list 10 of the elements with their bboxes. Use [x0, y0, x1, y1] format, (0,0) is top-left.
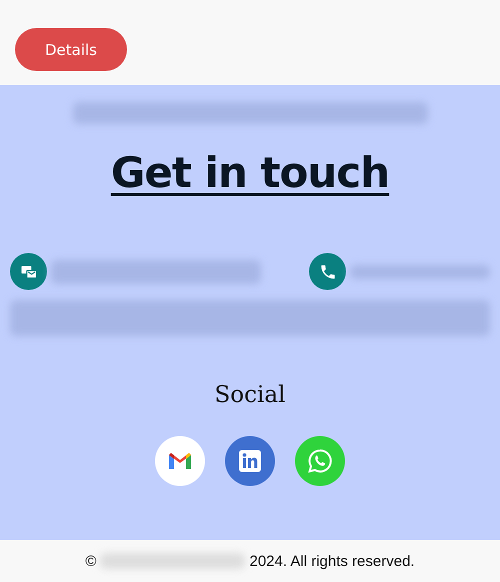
linkedin-icon[interactable]: [225, 436, 275, 486]
phone-icon: [309, 253, 346, 290]
gmail-icon[interactable]: [155, 436, 205, 486]
social-heading: Social: [214, 382, 286, 408]
copyright-symbol: ©: [85, 552, 96, 570]
details-button[interactable]: Details: [15, 28, 127, 71]
whatsapp-icon[interactable]: [295, 436, 345, 486]
heading: Get in touch: [110, 148, 390, 197]
copyright-text: 2024. All rights reserved.: [249, 552, 415, 570]
message-icon: [10, 253, 47, 290]
